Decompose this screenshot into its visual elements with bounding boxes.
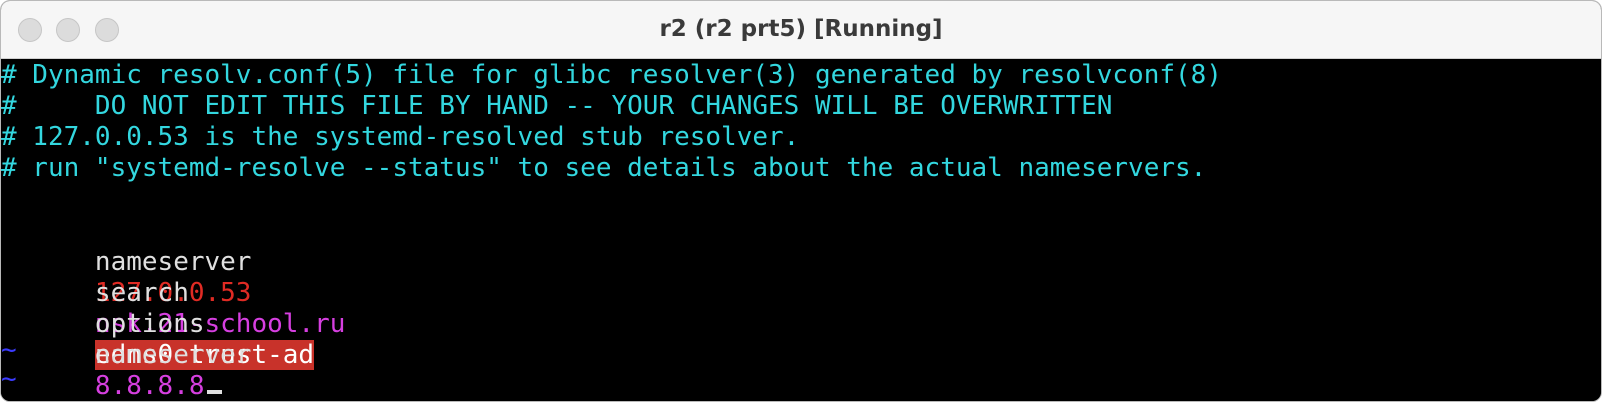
comment-line-4: # run "systemd-resolve --status" to see … xyxy=(1,153,1207,183)
comment-line-3: # 127.0.0.53 is the systemd-resolved stu… xyxy=(1,122,800,152)
entry-value: 8.8.8.8 xyxy=(94,371,205,401)
title-bar[interactable]: r2 (r2 prt5) [Running] xyxy=(1,1,1601,59)
entry-keyword: nameserver xyxy=(94,340,252,370)
window-title: r2 (r2 prt5) [Running] xyxy=(659,16,943,42)
entry-line-search: search nsk.21-school.ru xyxy=(1,247,345,339)
comment-line-2: # DO NOT EDIT THIS FILE BY HAND -- YOUR … xyxy=(1,91,1113,121)
empty-line-marker: ~ xyxy=(1,335,17,365)
entry-line-nameserver-local: nameserver 127.0.0.53 xyxy=(1,216,252,308)
comment-line-1: # Dynamic resolv.conf(5) file for glibc … xyxy=(1,60,1222,90)
empty-line-marker: ~ xyxy=(1,364,17,394)
entry-line-nameserver-google: nameserver 8.8.8.8 xyxy=(1,309,252,401)
terminal-screen[interactable]: # Dynamic resolv.conf(5) file for glibc … xyxy=(1,59,1601,401)
text-cursor xyxy=(206,390,222,394)
entry-line-options: options edns0 trust-ad xyxy=(1,278,315,370)
vm-window: r2 (r2 prt5) [Running] # Dynamic resolv.… xyxy=(0,0,1602,402)
